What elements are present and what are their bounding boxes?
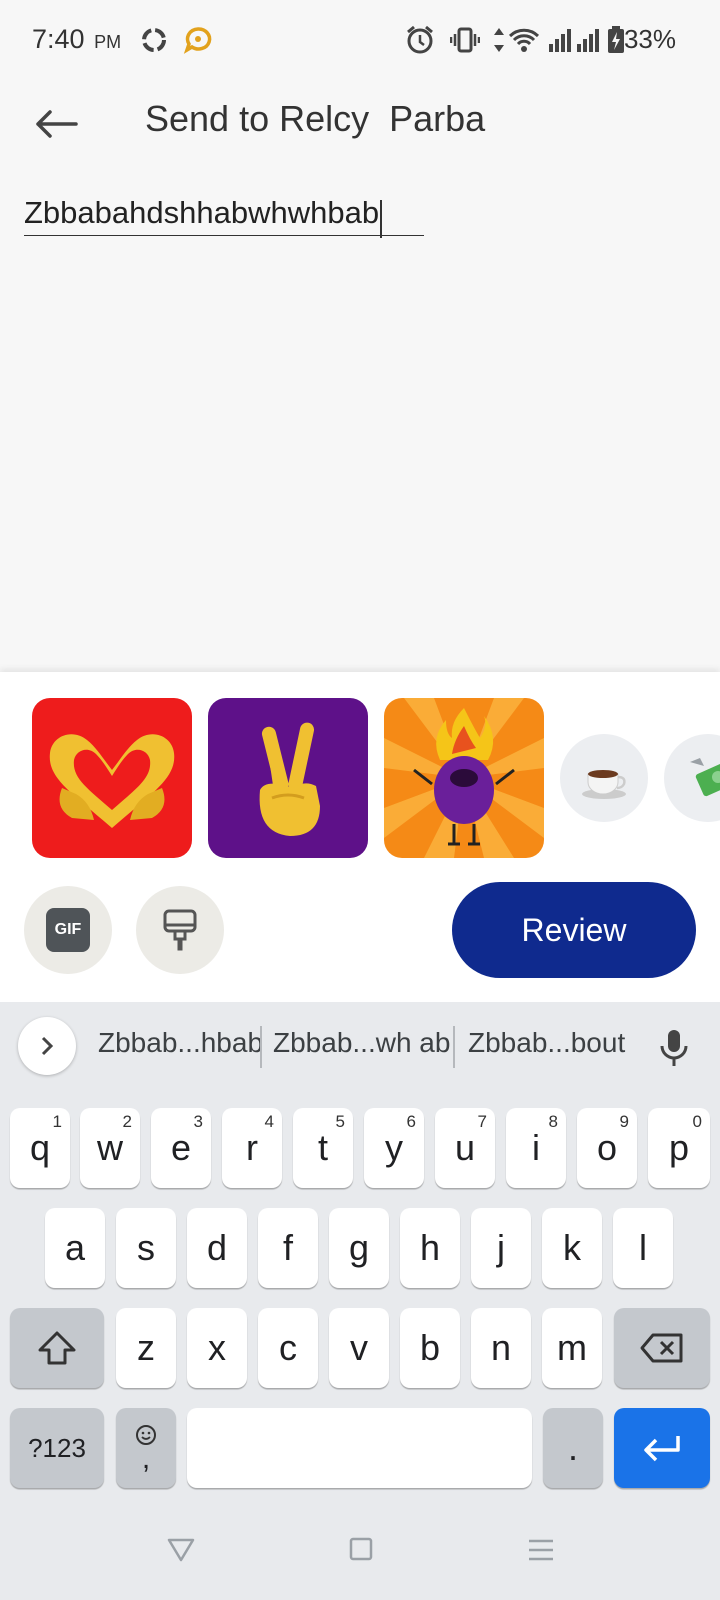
- gif-button[interactable]: GIF: [24, 886, 112, 974]
- wifi-icon: [508, 24, 540, 61]
- suggestion-divider: [260, 1026, 262, 1068]
- sticker-panel: GIF Review: [0, 672, 720, 1002]
- key-w[interactable]: w2: [80, 1108, 140, 1188]
- text-caret: [380, 199, 383, 238]
- key-k[interactable]: k: [542, 1208, 602, 1288]
- back-triangle-icon[interactable]: [166, 1536, 196, 1569]
- key-b[interactable]: b: [400, 1308, 460, 1388]
- navigation-bar: [0, 1510, 720, 1600]
- key-m[interactable]: m: [542, 1308, 602, 1388]
- chat-bubble-icon: [182, 24, 214, 61]
- keyboard: Zbbab...hbab Zbbab...wh ab Zbbab...bout …: [0, 1002, 720, 1600]
- page-title: Send to Relcy Parba: [145, 98, 486, 139]
- key-l[interactable]: l: [613, 1208, 673, 1288]
- emoji-comma-key[interactable]: ,: [116, 1408, 176, 1488]
- key-d[interactable]: d: [187, 1208, 247, 1288]
- key-z[interactable]: z: [116, 1308, 176, 1388]
- enter-icon: [644, 1436, 680, 1462]
- key-p[interactable]: p0: [648, 1108, 710, 1188]
- key-o[interactable]: o9: [577, 1108, 637, 1188]
- key-c[interactable]: c: [258, 1308, 318, 1388]
- backspace-key[interactable]: [614, 1308, 710, 1388]
- recents-menu-icon[interactable]: [527, 1538, 555, 1567]
- key-t[interactable]: t5: [293, 1108, 353, 1188]
- key-v[interactable]: v: [329, 1308, 389, 1388]
- period-key[interactable]: .: [543, 1408, 603, 1488]
- paint-brush-icon: [163, 909, 197, 951]
- suggestion-2[interactable]: Zbbab...wh ab: [273, 1027, 450, 1059]
- key-e[interactable]: e3: [151, 1108, 211, 1188]
- key-j[interactable]: j: [471, 1208, 531, 1288]
- message-text: Zbbabahdshhabwhwhbab: [24, 195, 380, 230]
- back-button[interactable]: [28, 96, 84, 152]
- microphone-icon: [660, 1030, 688, 1066]
- key-a[interactable]: a: [45, 1208, 105, 1288]
- flaming-purple-character-sticker[interactable]: [384, 698, 544, 858]
- coffee-cup-sticker[interactable]: [560, 734, 648, 822]
- key-g[interactable]: g: [329, 1208, 389, 1288]
- message-input[interactable]: Zbbabahdshhabwhwhbab: [24, 190, 424, 238]
- signal-icon: [548, 24, 574, 61]
- key-x[interactable]: x: [187, 1308, 247, 1388]
- space-key[interactable]: [187, 1408, 532, 1488]
- key-h[interactable]: h: [400, 1208, 460, 1288]
- gif-label: GIF: [46, 908, 90, 952]
- status-time: 7:40 PM: [32, 24, 122, 54]
- home-square-icon[interactable]: [348, 1536, 374, 1567]
- key-i[interactable]: i8: [506, 1108, 566, 1188]
- signal-icon: [576, 24, 602, 61]
- data-arrows-icon: [492, 24, 506, 61]
- symbols-key[interactable]: ?123: [10, 1408, 104, 1488]
- key-n[interactable]: n: [471, 1308, 531, 1388]
- arrow-left-icon: [36, 110, 78, 138]
- key-y[interactable]: y6: [364, 1108, 424, 1188]
- battery-percent: 33%: [623, 24, 676, 54]
- microphone-button[interactable]: [652, 1026, 696, 1070]
- review-button[interactable]: Review: [452, 882, 696, 978]
- header: Send to Relcy Parba: [0, 82, 720, 164]
- expand-suggestions-button[interactable]: [18, 1017, 76, 1075]
- alarm-icon: [405, 24, 435, 61]
- vibrate-icon: [449, 24, 481, 61]
- victory-hand-sticker[interactable]: [208, 698, 368, 858]
- heart-hands-sticker[interactable]: [32, 698, 192, 858]
- status-bar: 7:40 PM 33%: [0, 0, 720, 82]
- money-sticker[interactable]: [664, 734, 720, 822]
- suggestion-1[interactable]: Zbbab...hbab: [98, 1027, 263, 1059]
- key-s[interactable]: s: [116, 1208, 176, 1288]
- paint-brush-button[interactable]: [136, 886, 224, 974]
- shift-key[interactable]: [10, 1308, 104, 1388]
- suggestion-3[interactable]: Zbbab...bout: [468, 1027, 625, 1059]
- suggestion-divider: [453, 1026, 455, 1068]
- chevron-right-icon: [41, 1036, 54, 1056]
- key-r[interactable]: r4: [222, 1108, 282, 1188]
- key-q[interactable]: q1: [10, 1108, 70, 1188]
- key-u[interactable]: u7: [435, 1108, 495, 1188]
- shift-icon: [38, 1331, 76, 1365]
- enter-key[interactable]: [614, 1408, 710, 1488]
- backspace-icon: [640, 1333, 683, 1363]
- sync-icon: [138, 24, 170, 61]
- key-f[interactable]: f: [258, 1208, 318, 1288]
- suggestion-bar: Zbbab...hbab Zbbab...wh ab Zbbab...bout: [0, 1002, 720, 1092]
